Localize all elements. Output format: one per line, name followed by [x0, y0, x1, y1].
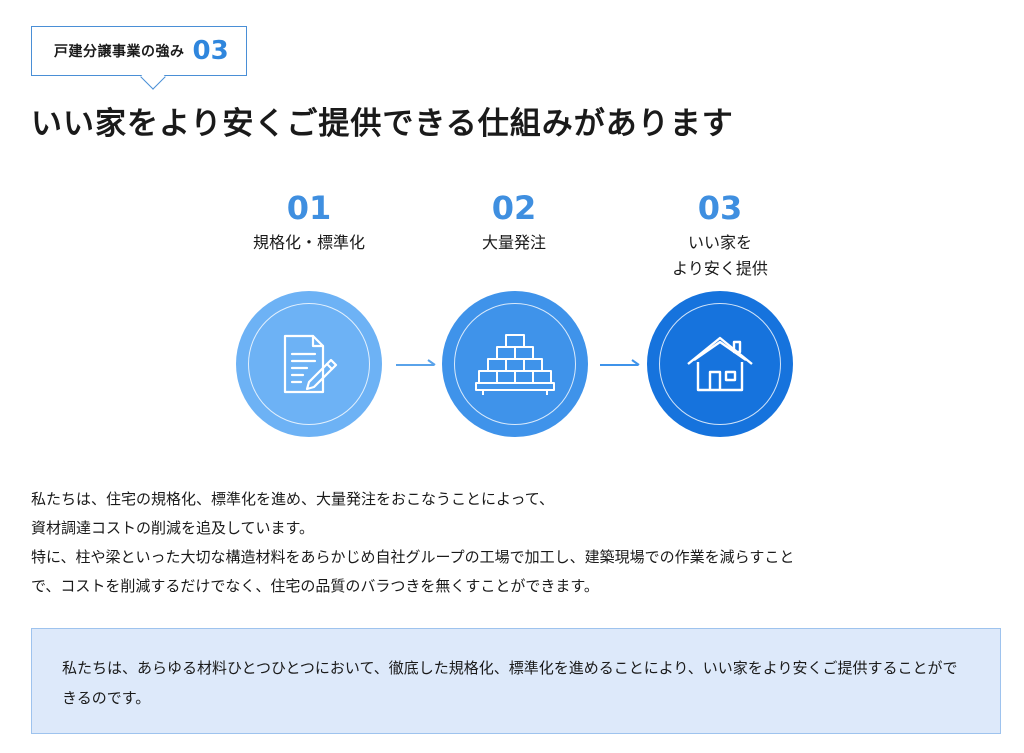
stacked-boxes-icon	[475, 334, 555, 395]
step-label: いい家を より安く提供	[672, 233, 768, 278]
house-icon	[687, 336, 753, 392]
badge-pointer	[140, 64, 166, 90]
highlight-note: 私たちは、あらゆる材料ひとつひとつにおいて、徹底した規格化、標準化を進めることに…	[31, 628, 1001, 734]
note-text: 私たちは、あらゆる材料ひとつひとつにおいて、徹底した規格化、標準化を進めることに…	[62, 659, 958, 707]
description-line: で、コストを削減するだけでなく、住宅の品質のバラつきを無くすことができます。	[31, 577, 599, 595]
step-3-circle	[647, 291, 793, 437]
description-line: 資材調達コストの削減を追及しています。	[31, 519, 315, 537]
step-number: 02	[491, 189, 537, 227]
step-1-circle	[236, 291, 382, 437]
step-1: 01 規格化・標準化	[209, 188, 409, 256]
description-line: 私たちは、住宅の規格化、標準化を進め、大量発注をおこなうことによって、	[31, 490, 555, 508]
document-pen-icon	[283, 334, 338, 394]
step-2: 02 大量発注	[414, 188, 614, 256]
step-3: 03 いい家を より安く提供	[620, 188, 820, 282]
badge-label: 戸建分譲事業の強み	[54, 44, 185, 60]
step-number: 03	[697, 189, 743, 227]
step-2-circle	[442, 291, 588, 437]
description: 私たちは、住宅の規格化、標準化を進め、大量発注をおこなうことによって、 資材調達…	[31, 485, 991, 601]
step-number: 01	[286, 189, 332, 227]
page-title: いい家をより安くご提供できる仕組みがあります	[31, 106, 734, 142]
step-label: 大量発注	[481, 233, 546, 252]
badge-number: 03	[192, 36, 229, 66]
arrow-right-icon	[396, 359, 436, 366]
section-badge: 戸建分譲事業の強み 03	[31, 26, 247, 90]
description-line: 特に、柱や梁といった大切な構造材料をあらかじめ自社グループの工場で加工し、建築現…	[31, 548, 795, 566]
arrow-right-icon	[600, 359, 640, 366]
step-label: 規格化・標準化	[252, 233, 365, 252]
